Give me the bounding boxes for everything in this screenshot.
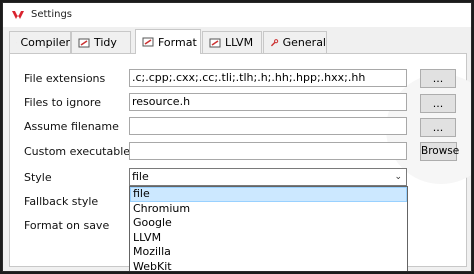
style-option-chromium[interactable]: Chromium <box>130 202 407 217</box>
assume-filename-input[interactable] <box>129 117 407 135</box>
files-to-ignore-label: Files to ignore <box>24 96 101 109</box>
settings-window: Settings Compiler Tidy Format LLVM Gener… <box>2 2 472 272</box>
fallback-style-label: Fallback style <box>24 195 99 208</box>
style-option-llvm[interactable]: LLVM <box>130 231 407 246</box>
file-extensions-browse-button[interactable]: ... <box>420 69 456 88</box>
files-to-ignore-input[interactable]: resource.h <box>129 93 407 111</box>
title-bar: Settings <box>3 3 471 27</box>
style-select[interactable]: file ⌄ <box>129 168 407 186</box>
app-logo-icon <box>12 11 24 19</box>
custom-executable-label: Custom executable <box>24 145 131 158</box>
tab-bar: Compiler Tidy Format LLVM General <box>3 27 471 55</box>
format-icon <box>142 37 154 47</box>
tab-label: General <box>282 36 326 49</box>
files-to-ignore-browse-button[interactable]: ... <box>420 94 456 113</box>
custom-executable-browse-button[interactable]: Browse <box>420 142 459 161</box>
format-on-save-label: Format on save <box>24 219 110 232</box>
custom-executable-input[interactable] <box>129 142 407 160</box>
format-panel: File extensions .c;.cpp;.cxx;.cc;.tli;.t… <box>9 53 471 271</box>
style-dropdown-list: file Chromium Google LLVM Mozilla WebKit <box>129 186 408 271</box>
wrench-icon <box>270 38 279 46</box>
tab-general[interactable]: General <box>263 31 327 53</box>
tab-label: LLVM <box>225 36 254 49</box>
style-select-value: file <box>132 170 149 183</box>
tab-compiler[interactable]: Compiler <box>9 31 71 53</box>
tab-llvm[interactable]: LLVM <box>202 31 262 53</box>
assume-filename-label: Assume filename <box>24 120 119 133</box>
tidy-icon <box>78 38 90 47</box>
tab-label: Compiler <box>20 36 70 49</box>
tab-format[interactable]: Format <box>135 29 201 54</box>
chevron-down-icon[interactable]: ⌄ <box>394 169 402 185</box>
style-label: Style <box>24 171 52 184</box>
style-option-webkit[interactable]: WebKit <box>130 260 407 271</box>
style-option-google[interactable]: Google <box>130 216 407 231</box>
file-extensions-label: File extensions <box>24 72 106 85</box>
style-option-mozilla[interactable]: Mozilla <box>130 245 407 260</box>
llvm-icon <box>209 38 221 47</box>
file-extensions-input[interactable]: .c;.cpp;.cxx;.cc;.tli;.tlh;.h;.hh;.hpp;.… <box>129 69 407 87</box>
tab-label: Tidy <box>94 36 117 49</box>
tab-label: Format <box>158 35 197 49</box>
tab-tidy[interactable]: Tidy <box>71 31 131 53</box>
window-title: Settings <box>31 9 73 20</box>
assume-filename-browse-button[interactable]: ... <box>420 118 456 137</box>
style-option-file[interactable]: file <box>130 187 407 202</box>
